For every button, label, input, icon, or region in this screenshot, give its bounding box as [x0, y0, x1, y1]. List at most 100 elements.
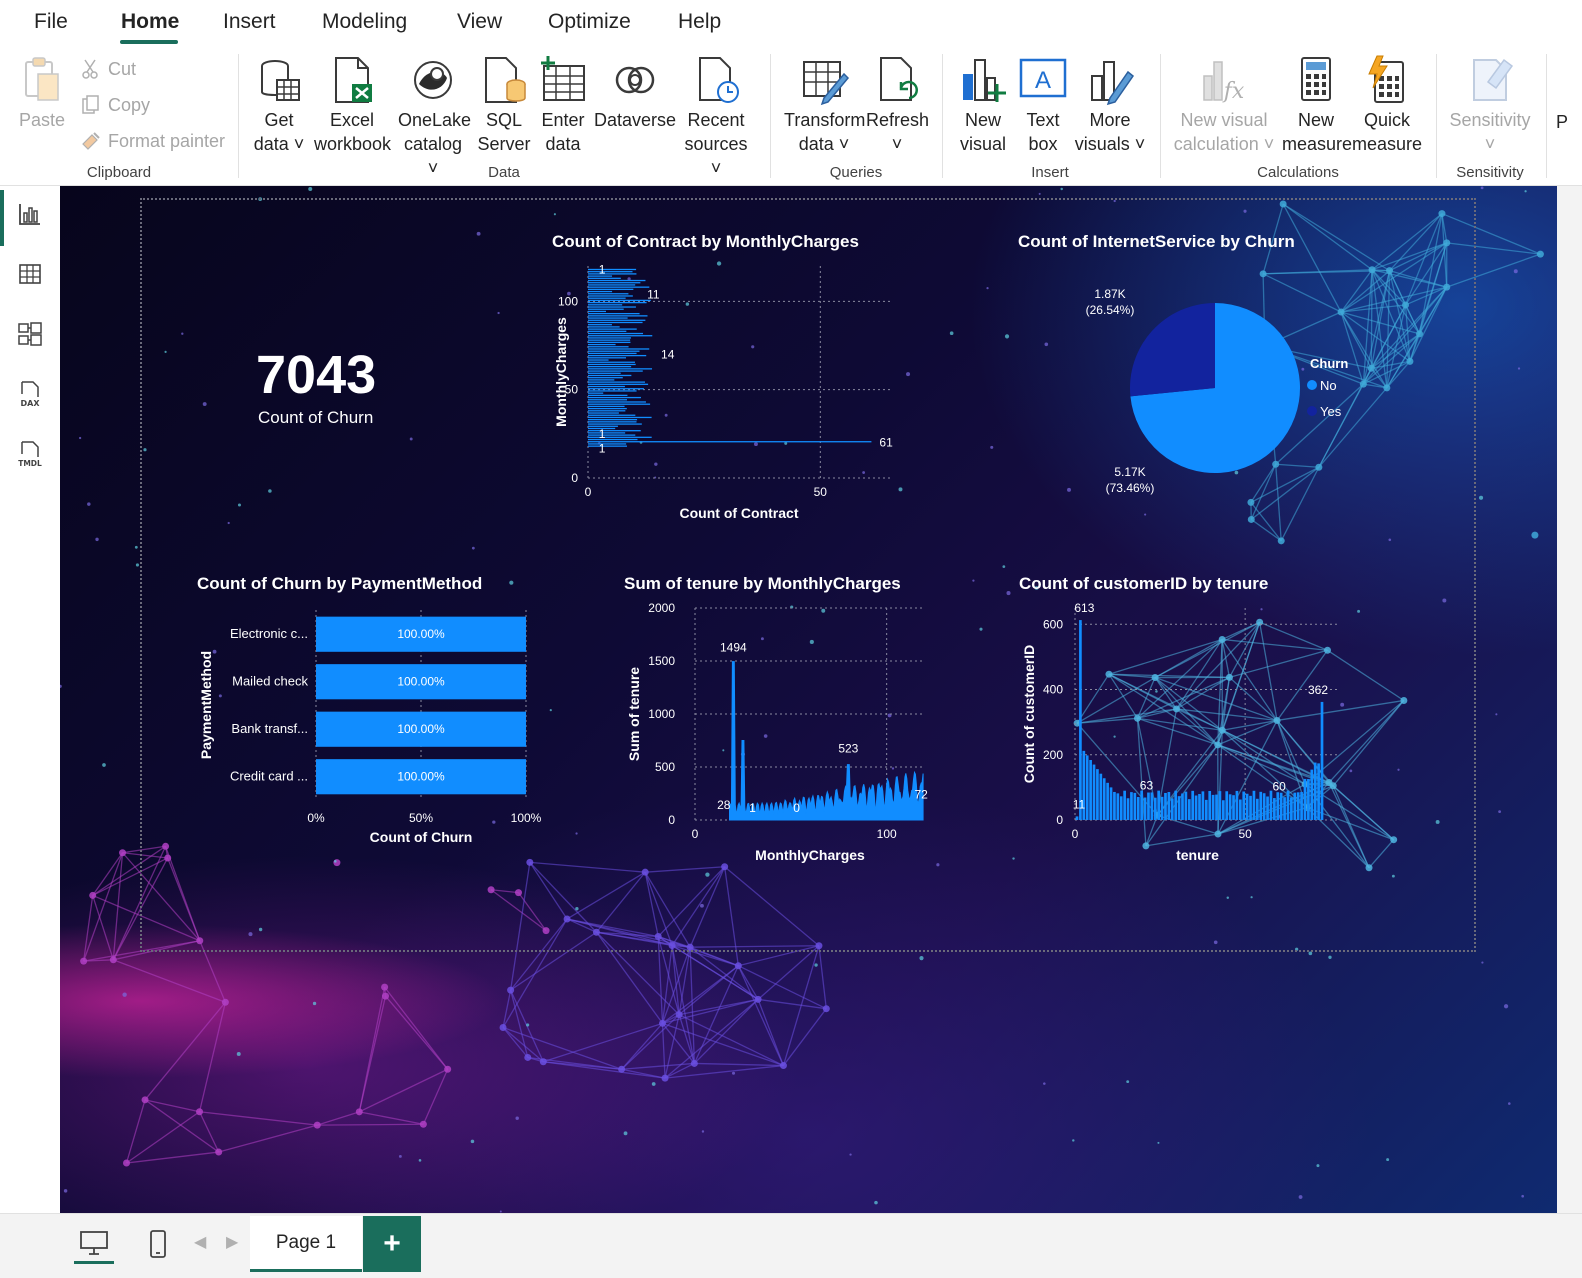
kpi-card-value[interactable]: 7043 — [256, 344, 376, 406]
bar — [1075, 816, 1079, 820]
network-node — [109, 956, 117, 964]
bar — [588, 273, 637, 275]
menu-view[interactable]: View — [457, 10, 502, 34]
new-measure-button[interactable]: New measure — [1282, 54, 1352, 156]
report-canvas[interactable]: 7043 Count of Churn Count of Contract by… — [60, 186, 1557, 1213]
tmdl-text: TMDL — [18, 459, 42, 468]
sensitivity-label: Sensitivity — [1449, 110, 1531, 130]
slice-label-no: 5.17K — [1114, 465, 1145, 479]
bar — [1266, 796, 1269, 820]
page-tab-page-1[interactable]: Page 1 — [250, 1216, 362, 1272]
bar — [1153, 797, 1157, 820]
ribbon-separator — [942, 54, 943, 178]
bar — [588, 299, 651, 302]
bar — [588, 321, 643, 324]
network-line — [664, 1064, 784, 1079]
menu-insert[interactable]: Insert — [223, 10, 276, 34]
tmdl-view-button[interactable]: TMDL — [8, 432, 52, 476]
new-visual-calculation-button[interactable]: fx New visual calculation ˅ — [1172, 54, 1276, 156]
menu-modeling[interactable]: Modeling — [322, 10, 407, 34]
dataverse-label: Dataverse — [594, 110, 677, 130]
contract-by-monthlycharges-chart[interactable]: 0501000 501111411 61Count of ContractMonth… — [540, 258, 920, 528]
quick-measure-button[interactable]: Quick measure — [1352, 54, 1422, 156]
network-node — [1531, 531, 1539, 539]
data-label: 1 — [599, 427, 606, 441]
next-page-arrow-icon[interactable]: ▶ — [226, 1232, 238, 1252]
cut-button[interactable]: Cut — [80, 58, 136, 80]
clipboard-group-label: Clipboard — [86, 164, 152, 181]
more-visuals-icon — [1091, 61, 1135, 106]
excel-line2: workbook — [314, 134, 392, 154]
bar — [1150, 792, 1154, 820]
menu-home[interactable]: Home — [121, 10, 179, 34]
bar — [588, 319, 646, 321]
bar — [1157, 790, 1161, 820]
sql-server-button[interactable]: SQL Server — [476, 54, 532, 156]
internetservice-by-churn-pie[interactable]: 1.87K (26.54%) 5.17K (73.46%) Churn No Yes — [1020, 258, 1360, 518]
bar — [1181, 793, 1184, 820]
mobile-layout-button[interactable] — [140, 1224, 176, 1264]
text-box-line1: Text — [1026, 110, 1060, 130]
bar — [588, 297, 626, 299]
enter-data-button[interactable]: Enter data — [538, 54, 588, 156]
tenure-by-monthlycharges-chart[interactable]: 0 500 1000 1500 2000 0 100 1494 28 1 0 523 72 Monthly… — [615, 600, 935, 870]
format-painter-button[interactable]: Format painter — [80, 130, 225, 152]
text-box-button[interactable]: A Text box — [1016, 54, 1070, 156]
insert-group-label: Insert — [1031, 164, 1069, 181]
star-dot — [701, 1130, 705, 1133]
paste-button[interactable]: Paste — [14, 54, 70, 132]
quick-measure-line1: Quick — [1363, 110, 1410, 130]
network-node — [196, 1108, 204, 1116]
ribbon: Paste Cut Copy Format painter Clipboard … — [0, 48, 1582, 186]
bar — [1194, 795, 1198, 820]
table-view-button[interactable] — [8, 252, 52, 296]
bar — [588, 337, 631, 339]
model-view-button[interactable] — [8, 312, 52, 356]
star-dot — [122, 992, 127, 997]
dax-query-view-button[interactable]: DAX — [8, 372, 52, 416]
desktop-layout-button[interactable] — [74, 1224, 114, 1264]
menu-file[interactable]: File — [34, 10, 68, 34]
menu-optimize[interactable]: Optimize — [548, 10, 631, 34]
data-group-label: Data — [488, 164, 520, 181]
bar — [588, 332, 644, 335]
x-axis-title: tenure — [1176, 847, 1219, 863]
bar — [1106, 782, 1109, 820]
sensitivity-button[interactable]: Sensitivity ˅ — [1446, 54, 1534, 156]
more-visuals-button[interactable]: More visuals ˅ — [1074, 54, 1146, 156]
bar — [1307, 779, 1310, 820]
onelake-catalog-button[interactable]: OneLake catalog ˅ — [398, 54, 471, 180]
truncated-ribbon-button[interactable]: P — [1556, 110, 1576, 134]
refresh-label: Refresh — [866, 110, 930, 130]
customerid-by-tenure-chart[interactable]: 0 200 400 600 0 50 613 11 63 60 362 tenure Count of … — [1010, 600, 1350, 870]
add-page-button[interactable]: + — [363, 1216, 421, 1272]
x-axis-title: Count of Contract — [680, 505, 799, 521]
network-line — [782, 945, 820, 1066]
dataverse-button[interactable]: Dataverse — [594, 54, 676, 132]
bar — [1300, 792, 1303, 820]
transform-data-button[interactable]: Transform data ˅ — [784, 54, 865, 156]
network-line — [359, 1068, 448, 1113]
menu-help[interactable]: Help — [678, 10, 721, 34]
previous-page-arrow-icon[interactable]: ◀ — [194, 1232, 206, 1252]
star-dot — [1157, 1141, 1160, 1144]
bar — [1296, 792, 1300, 820]
bar — [1099, 773, 1103, 820]
network-node — [1536, 250, 1544, 258]
refresh-button[interactable]: Refresh ˅ — [866, 54, 930, 156]
star-dot — [1126, 1080, 1130, 1084]
bar — [588, 301, 647, 304]
y-tick-label: 0 — [668, 813, 675, 827]
desktop-monitor-icon — [80, 1230, 108, 1255]
recent-sources-button[interactable]: Recent sources ˅ — [678, 54, 754, 180]
copy-button[interactable]: Copy — [80, 94, 150, 116]
report-view-button[interactable] — [8, 192, 52, 236]
network-line — [678, 965, 739, 1016]
y-axis-title: MonthlyCharges — [553, 317, 569, 427]
bar-value-label: 100.00% — [397, 627, 445, 641]
get-data-button[interactable]: Get data ˅ — [250, 54, 308, 156]
bar — [588, 363, 636, 366]
excel-workbook-button[interactable]: Excel workbook — [314, 54, 392, 156]
new-visual-button[interactable]: New visual — [956, 54, 1010, 156]
churn-by-paymentmethod-chart[interactable]: 0% 50% 100% 100.00% Electronic c... 100.00% Ma… — [180, 600, 560, 870]
